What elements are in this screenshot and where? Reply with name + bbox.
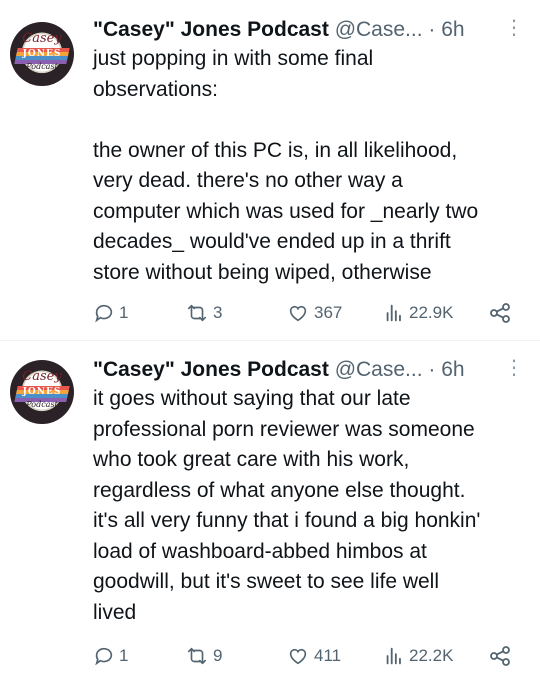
text-line: store without being wiped, otherwise	[93, 260, 432, 284]
text-line: who took great care with his work,	[93, 448, 410, 471]
views-button[interactable]: 22.2K	[383, 642, 453, 670]
tweet-text: just popping in with some final observat…	[93, 44, 528, 288]
action-bar: 1 3 367 22.9K	[93, 299, 523, 327]
reply-button[interactable]: 1	[93, 299, 128, 327]
timestamp[interactable]: 6h	[441, 18, 464, 41]
reply-count: 1	[119, 303, 129, 322]
tweet[interactable]: Casey JONES Podcast "Casey" Jones Podcas…	[0, 342, 540, 680]
avatar-logo-jones: JONES	[22, 387, 62, 397]
views-icon	[386, 647, 401, 665]
views-icon	[386, 304, 401, 322]
share-button[interactable]	[488, 299, 512, 327]
avatar-logo-casey: Casey	[22, 369, 62, 384]
avatar[interactable]: Casey JONES Podcast	[10, 22, 74, 86]
like-count: 367	[314, 303, 343, 322]
text-line: lived	[93, 600, 137, 624]
text-line: just popping in with some final	[93, 47, 374, 70]
tweet-header: "Casey" Jones Podcast @Case... · 6h	[93, 356, 465, 384]
text-line: professional porn reviewer was someone	[93, 417, 475, 441]
text-line: it's all very funny that i found a big h…	[93, 509, 481, 532]
avatar-logo-podcast: Podcast	[26, 400, 58, 409]
text-line: observations:	[93, 77, 218, 101]
reply-count: 1	[119, 646, 129, 665]
like-button[interactable]: 411	[286, 642, 341, 670]
avatar-logo-jones: JONES	[22, 49, 62, 59]
more-icon[interactable]: ⋮	[504, 15, 524, 41]
share-button[interactable]	[488, 642, 512, 670]
text-line: very dead. there's no other way a	[93, 169, 403, 192]
repost-button[interactable]: 3	[185, 299, 222, 327]
repost-count: 9	[213, 646, 223, 665]
text-line: computer which was used for _nearly two	[93, 199, 479, 223]
action-bar: 1 9 411 22.2K	[93, 642, 523, 670]
text-line: load of washboard-abbed himbos at	[93, 539, 427, 563]
text-line: regardless of what anyone else thought.	[93, 478, 466, 502]
reply-icon	[95, 304, 113, 323]
text-line: it goes without saying that our late	[93, 387, 411, 410]
tweet-header: "Casey" Jones Podcast @Case... · 6h	[93, 16, 465, 44]
reply-button[interactable]: 1	[93, 642, 128, 670]
text-line: decades_ would've ended up in a thrift	[93, 230, 451, 253]
tweet-paragraph: just popping in with some final observat…	[93, 44, 528, 105]
tweet-paragraph: it goes without saying that our late pro…	[93, 384, 528, 628]
avatar-logo-podcast: Podcast	[26, 62, 58, 71]
author-handle[interactable]: @Case...	[335, 18, 423, 41]
tweet[interactable]: Casey JONES Podcast "Casey" Jones Podcas…	[0, 0, 540, 340]
author-name[interactable]: "Casey" Jones Podcast	[93, 358, 329, 381]
like-icon	[289, 648, 307, 665]
like-count: 411	[314, 646, 342, 665]
views-button[interactable]: 22.9K	[383, 299, 453, 327]
view-count: 22.9K	[409, 303, 454, 322]
avatar[interactable]: Casey JONES Podcast	[10, 360, 74, 424]
repost-button[interactable]: 9	[185, 642, 222, 670]
share-icon	[490, 303, 510, 323]
like-icon	[289, 305, 307, 322]
author-handle[interactable]: @Case...	[335, 358, 423, 381]
avatar-logo-casey: Casey	[22, 31, 62, 46]
tweet-text: it goes without saying that our late pro…	[93, 384, 528, 628]
share-icon	[490, 646, 510, 666]
view-count: 22.2K	[409, 646, 454, 665]
separator-dot: ·	[428, 358, 436, 381]
separator-dot: ·	[428, 18, 436, 41]
text-line: goodwill, but it's sweet to see life wel…	[93, 570, 440, 593]
repost-icon	[187, 304, 207, 322]
like-button[interactable]: 367	[286, 299, 342, 327]
more-icon[interactable]: ⋮	[504, 355, 524, 381]
repost-count: 3	[213, 303, 223, 322]
repost-icon	[187, 647, 207, 665]
reply-icon	[95, 647, 113, 666]
text-line: the owner of this PC is, in all likeliho…	[93, 138, 458, 162]
tweet-divider	[0, 340, 540, 341]
author-name[interactable]: "Casey" Jones Podcast	[93, 18, 329, 41]
tweet-paragraph: the owner of this PC is, in all likeliho…	[93, 136, 528, 289]
timestamp[interactable]: 6h	[441, 358, 464, 381]
